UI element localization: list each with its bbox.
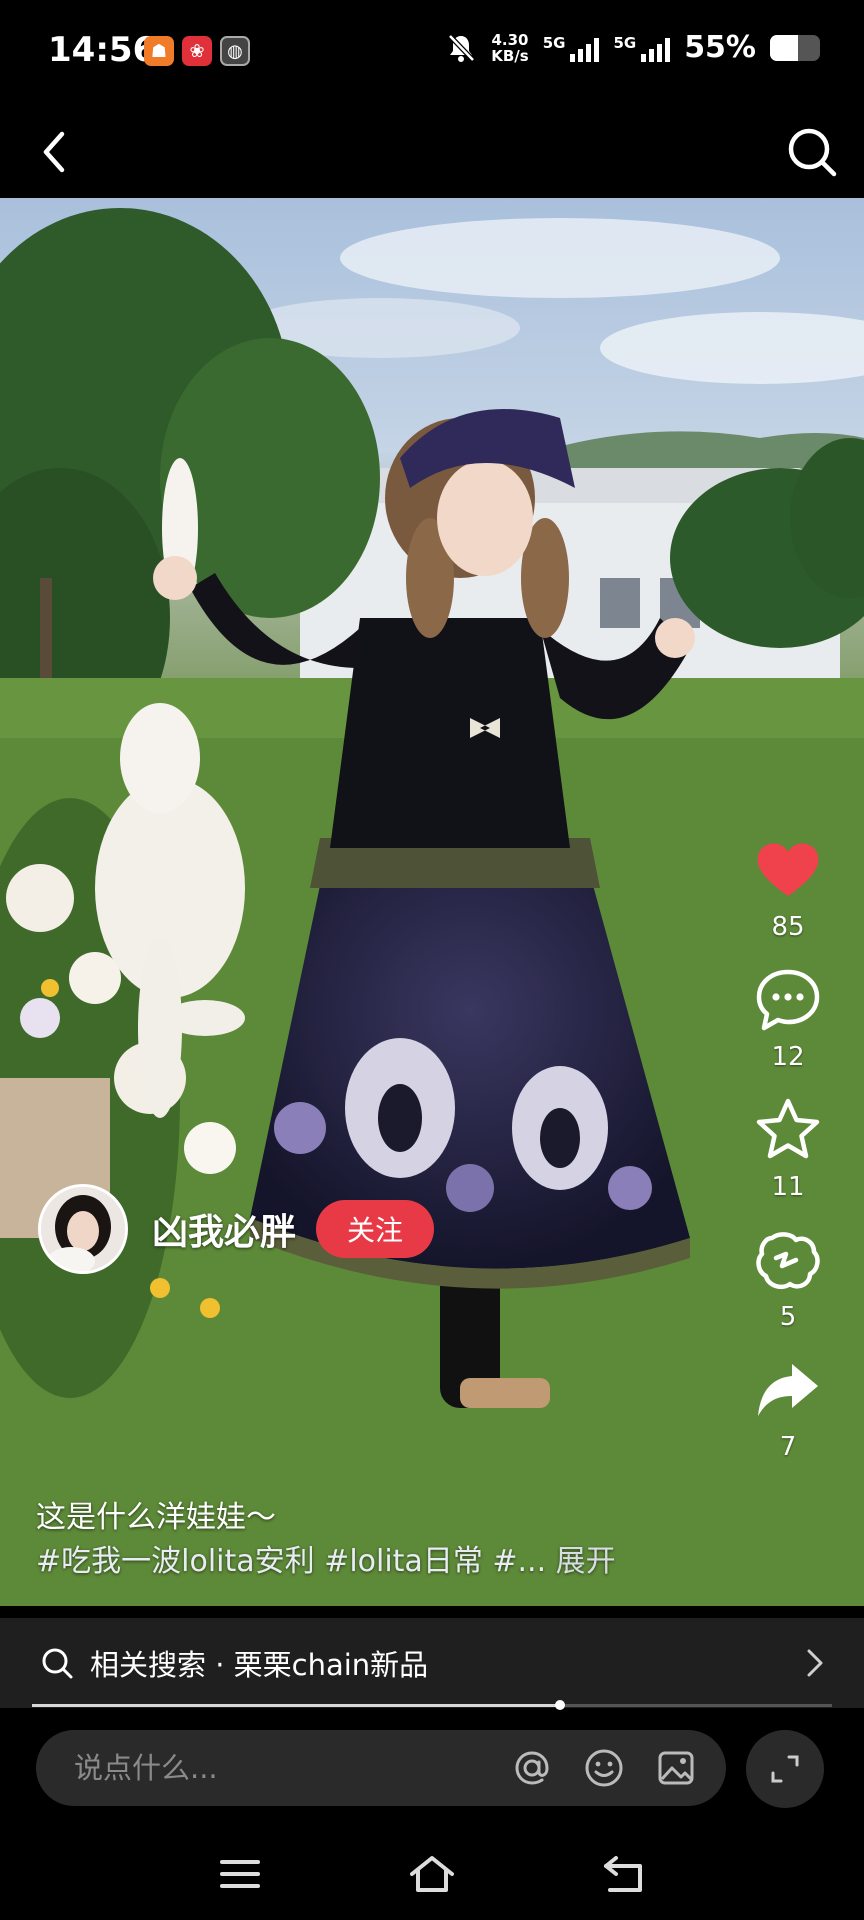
network-speed-value: 4.30 (491, 30, 529, 49)
sim2-label: 5G (613, 33, 637, 52)
post-media[interactable]: 85 12 11 5 7 凶我必胖 关注 这是什么洋娃娃～ #吃我一波lolit… (0, 198, 864, 1606)
sim1-label: 5G (542, 33, 566, 52)
star-icon (756, 1098, 820, 1159)
share-arrow-icon (758, 1364, 818, 1416)
network-speed-unit: KB/s (491, 46, 529, 65)
moment-share-icon (756, 1232, 820, 1289)
notification-app-icons: ☗ ❀ ◍ (144, 36, 250, 66)
status-bar: 14:56 ☗ ❀ ◍ 4.30 KB/s 5G 5G 55% (0, 0, 864, 100)
author-name[interactable]: 凶我必胖 (152, 1203, 296, 1255)
moment-share-count: 5 (779, 1302, 797, 1332)
image-icon[interactable] (654, 1746, 698, 1790)
post-caption: 这是什么洋娃娃～ (36, 1500, 276, 1535)
share-count: 7 (779, 1432, 797, 1462)
battery-icon (770, 34, 820, 61)
top-bar (0, 100, 864, 198)
network-speed: 4.30 KB/s (491, 32, 528, 64)
back-icon[interactable] (598, 1848, 650, 1900)
post-tags[interactable]: #吃我一波lolita安利 #lolita日常 #... 展开 (36, 1540, 616, 1584)
battery-percent: 55% (684, 30, 756, 65)
orange-app-icon: ☗ (144, 36, 174, 66)
expand-link[interactable]: 展开 (556, 1544, 616, 1579)
comment-count: 12 (771, 1042, 805, 1072)
fullscreen-button[interactable] (746, 1730, 824, 1808)
chevron-right-icon (807, 1649, 823, 1677)
favorite-count: 11 (771, 1172, 805, 1202)
like-button[interactable]: 85 (752, 834, 824, 942)
signal-1-icon: 5G (543, 34, 600, 62)
gray-app-icon: ◍ (220, 36, 250, 66)
share-moment-button[interactable]: 5 (752, 1224, 824, 1332)
fullscreen-icon (771, 1755, 799, 1783)
avatar[interactable] (38, 1184, 128, 1274)
like-count: 85 (771, 912, 805, 942)
comment-button[interactable]: 12 (752, 964, 824, 1072)
video-progress-bar[interactable] (32, 1700, 832, 1710)
at-mention-icon[interactable] (510, 1746, 554, 1790)
follow-button[interactable]: 关注 (316, 1200, 435, 1258)
system-nav-bar (0, 1830, 864, 1920)
chevron-left-icon[interactable] (28, 124, 84, 180)
related-search-text[interactable]: 相关搜索 · 栗栗chain新品 (90, 1642, 428, 1684)
signal-2-icon: 5G (613, 33, 671, 62)
comment-bar (36, 1730, 726, 1806)
action-column: 85 12 11 5 7 (736, 834, 840, 1484)
post-tags-text[interactable]: #吃我一波lolita安利 #lolita日常 #... (36, 1544, 546, 1579)
post-photo (0, 208, 864, 1606)
search-icon[interactable] (784, 124, 840, 180)
menu-icon[interactable] (214, 1848, 266, 1900)
favorite-button[interactable]: 11 (752, 1094, 824, 1202)
mute-bell-icon (448, 33, 476, 62)
share-button[interactable]: 7 (752, 1354, 824, 1462)
heart-icon (757, 843, 819, 896)
progress-filled (32, 1704, 560, 1707)
status-indicators: 4.30 KB/s 5G 5G 55% (445, 30, 820, 65)
home-icon[interactable] (406, 1848, 458, 1900)
progress-knob[interactable] (555, 1700, 565, 1710)
red-app-icon: ❀ (182, 36, 212, 66)
comment-bubble-icon (756, 969, 820, 1031)
author-row: 凶我必胖 关注 (38, 1184, 435, 1274)
status-time: 14:56 (48, 30, 157, 70)
avatar-image (41, 1187, 125, 1271)
related-search-bar[interactable]: 相关搜索 · 栗栗chain新品 (0, 1618, 864, 1708)
search-icon (42, 1648, 73, 1679)
emoji-icon[interactable] (582, 1746, 626, 1790)
comment-input[interactable] (72, 1750, 510, 1786)
